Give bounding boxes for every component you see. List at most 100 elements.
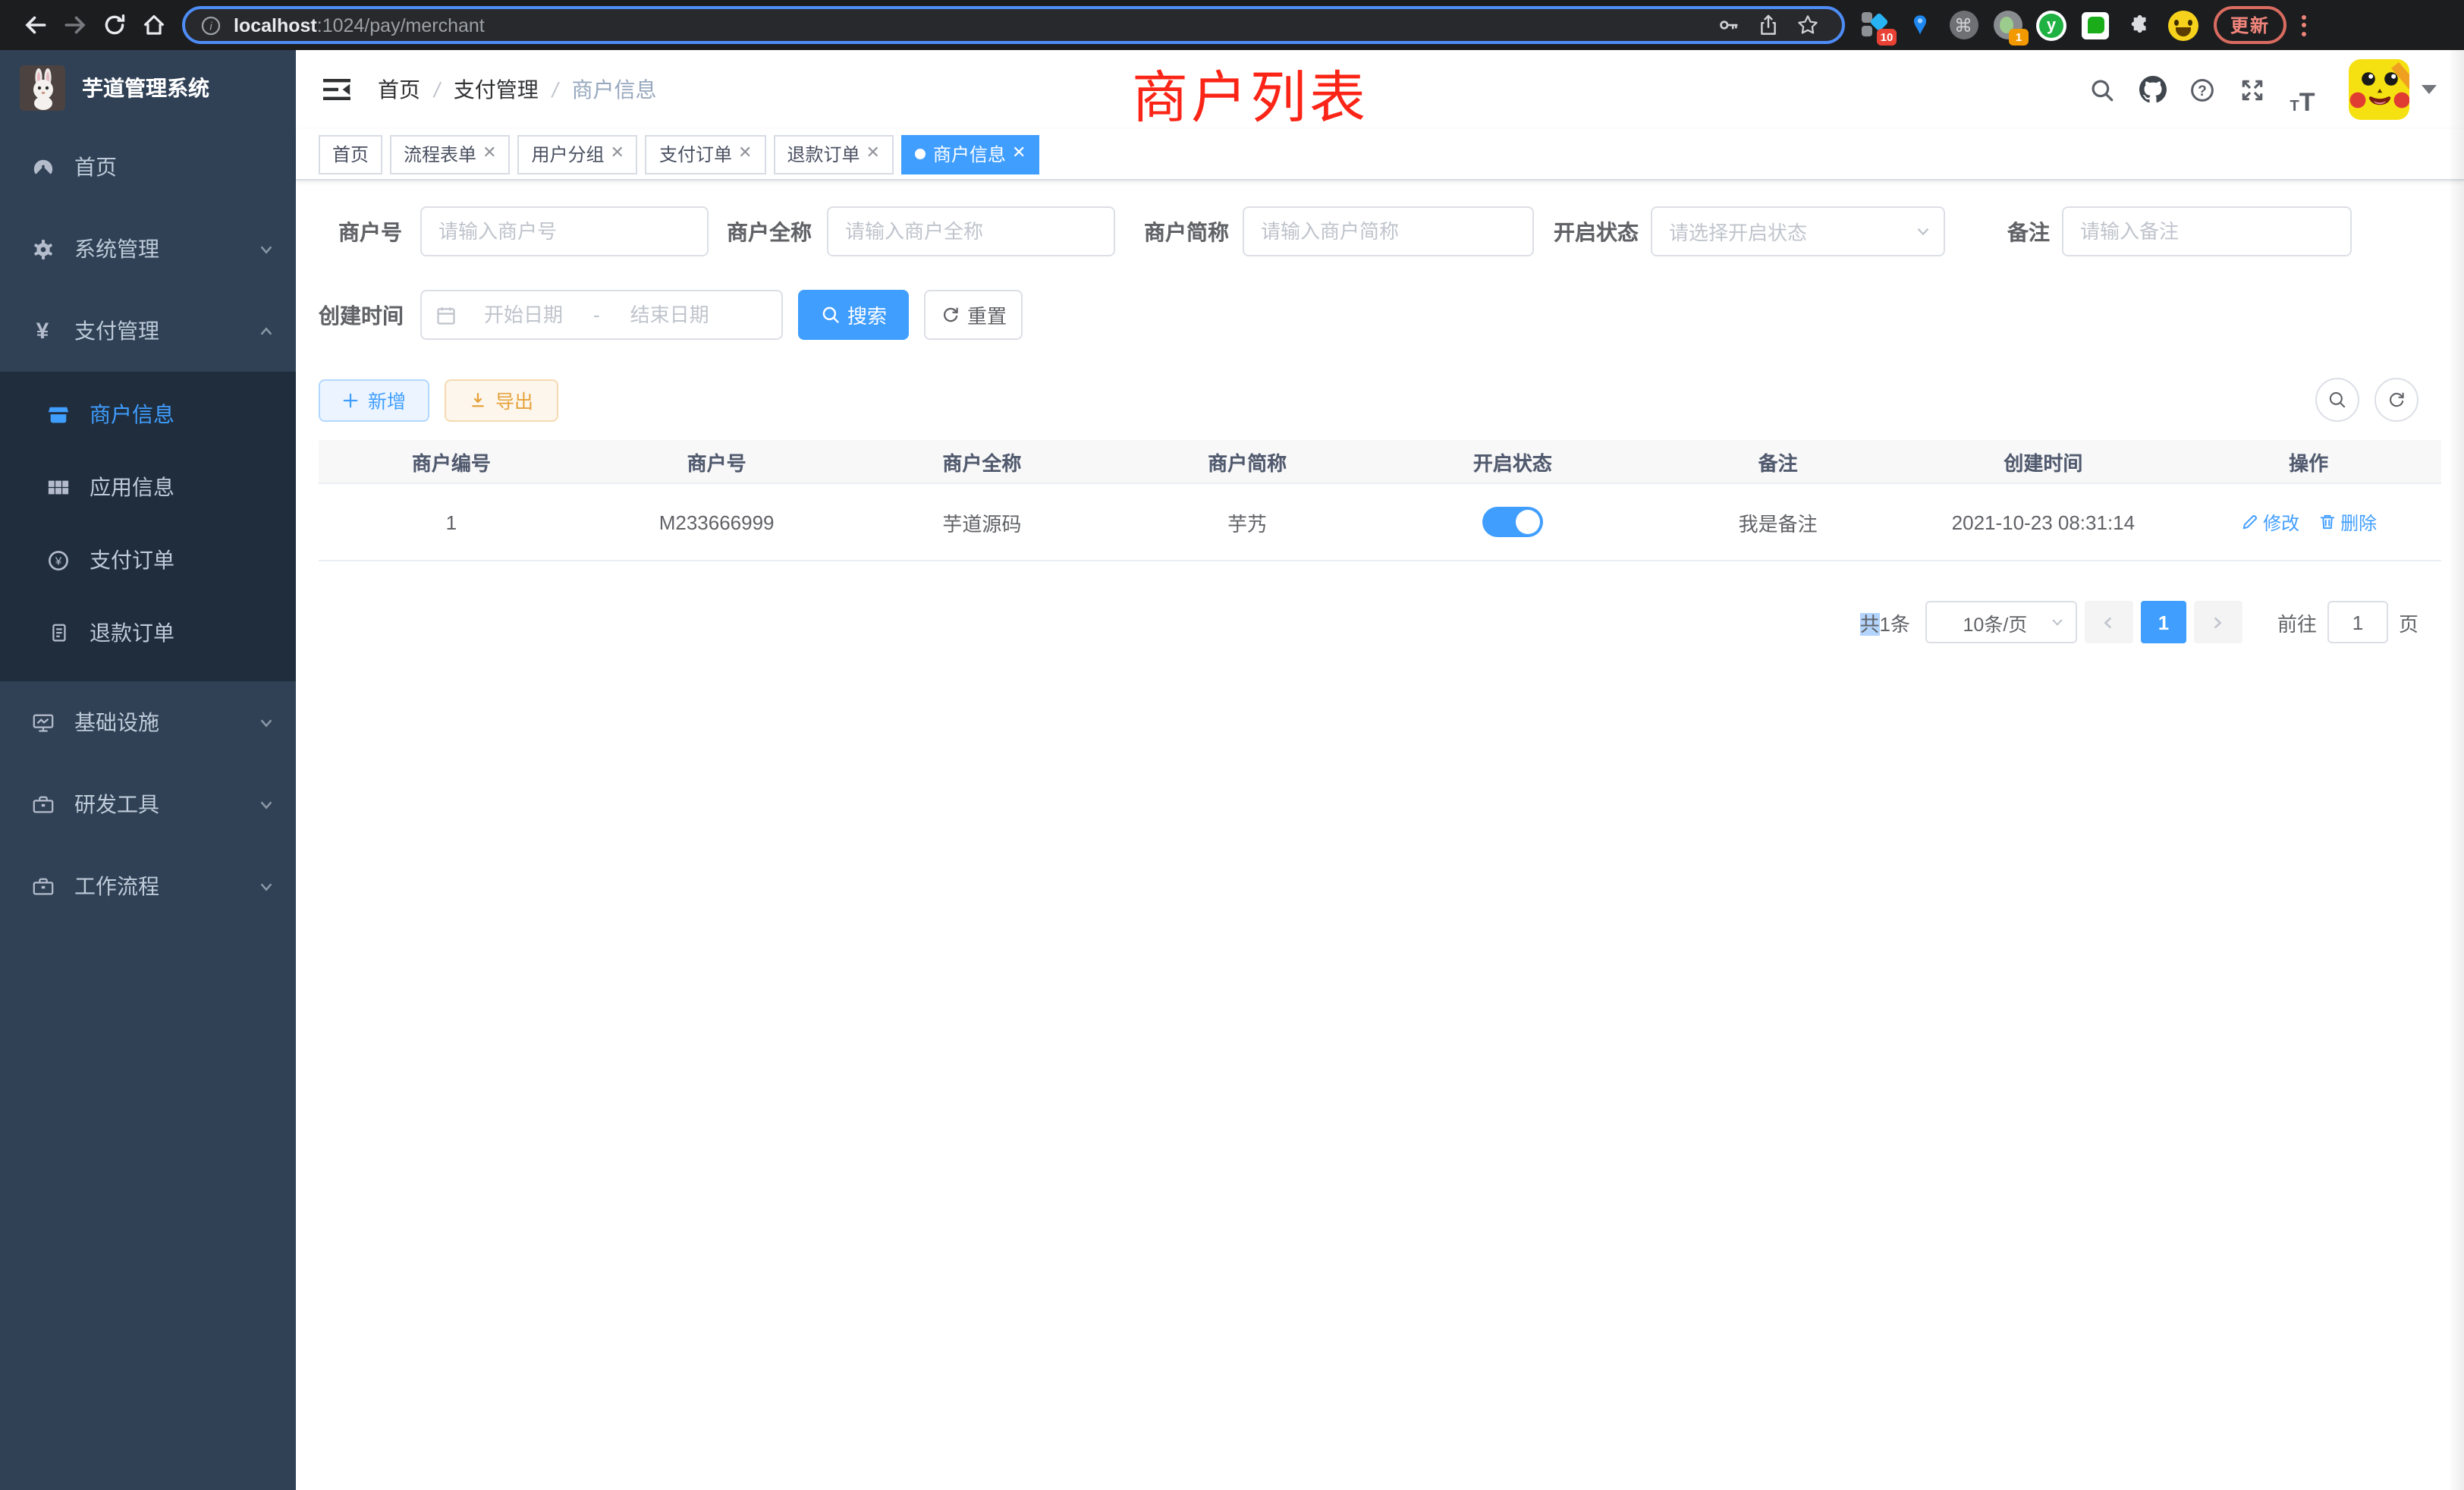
search-button[interactable]: 搜索	[798, 290, 909, 340]
status-toggle[interactable]	[1482, 507, 1543, 537]
extension-workona-icon[interactable]: 10	[1860, 10, 1890, 40]
close-icon[interactable]: ✕	[482, 146, 496, 162]
breadcrumb-current: 商户信息	[572, 74, 657, 105]
merchant-no-input[interactable]	[420, 206, 709, 256]
header-search-icon[interactable]	[2077, 64, 2127, 115]
toggle-search-button[interactable]	[2315, 378, 2359, 422]
next-page-button[interactable]	[2194, 601, 2242, 643]
browser-forward-icon[interactable]	[55, 5, 94, 45]
sidebar-item-home[interactable]: 首页	[0, 126, 296, 208]
share-icon[interactable]	[1748, 5, 1787, 45]
remark-label: 备注	[1994, 216, 2062, 247]
extension-pin-icon[interactable]	[1904, 10, 1934, 40]
user-avatar[interactable]	[2349, 59, 2409, 120]
add-button[interactable]: 新增	[319, 379, 429, 421]
app-logo[interactable]: 芋道管理系统	[0, 50, 296, 126]
dashboard-icon	[30, 156, 55, 178]
browser-update-button[interactable]: 更新	[2214, 6, 2286, 44]
browser-home-icon[interactable]	[134, 5, 173, 45]
trash-icon	[2318, 513, 2336, 531]
status-select[interactable]: 请选择开启状态	[1651, 206, 1945, 256]
sidebar-item-pay-order[interactable]: ¥ 支付订单	[0, 523, 296, 596]
breadcrumb-home[interactable]: 首页	[378, 74, 420, 105]
reset-button[interactable]: 重置	[924, 290, 1023, 340]
tab-merchant-info[interactable]: 商户信息✕	[901, 134, 1039, 174]
cell-id: 1	[319, 511, 584, 533]
create-time-range-picker[interactable]: -	[420, 290, 783, 340]
svg-text:?: ?	[2198, 83, 2207, 99]
browser-back-icon[interactable]	[15, 5, 55, 45]
extension-chat-icon[interactable]	[2080, 10, 2110, 40]
table-toolbar: 新增 导出	[319, 378, 2441, 422]
cell-create-time: 2021-10-23 08:31:14	[1911, 511, 2176, 533]
filter-row-1: 商户号 商户全称 商户简称 开启状态 请选择开启状态 备注	[319, 206, 2441, 256]
password-key-icon[interactable]	[1708, 5, 1748, 45]
chevron-up-icon	[258, 322, 275, 339]
page-number-1[interactable]: 1	[2141, 601, 2186, 643]
merchant-no-label: 商户号	[319, 216, 420, 247]
yen-icon: ¥	[30, 319, 55, 342]
pagination-goto: 前往 页	[2277, 601, 2418, 643]
browser-menu-icon[interactable]	[2293, 10, 2314, 40]
status-label: 开启状态	[1545, 216, 1651, 247]
pagination-total: 共1条	[1859, 608, 1910, 637]
extension-emoji-icon[interactable]	[2168, 10, 2198, 40]
help-icon[interactable]: ?	[2177, 64, 2227, 115]
breadcrumb: 首页 / 支付管理 / 商户信息	[378, 74, 657, 105]
export-button[interactable]: 导出	[445, 379, 558, 421]
close-icon[interactable]: ✕	[1012, 146, 1026, 162]
extensions-puzzle-icon[interactable]	[2124, 10, 2154, 40]
avatar-caret-icon[interactable]	[2422, 85, 2437, 94]
close-icon[interactable]: ✕	[738, 146, 752, 162]
browser-reload-icon[interactable]	[94, 5, 134, 45]
extension-y-icon[interactable]: y	[2036, 10, 2066, 40]
url-bar[interactable]: i localhost:1024/pay/merchant	[182, 6, 1845, 44]
full-name-input[interactable]	[827, 206, 1115, 256]
sidebar-fold-icon[interactable]	[323, 77, 354, 102]
prev-page-button[interactable]	[2085, 601, 2133, 643]
tab-process-form[interactable]: 流程表单✕	[390, 134, 510, 174]
sidebar-item-workflow[interactable]: 工作流程	[0, 845, 296, 927]
cell-operations: 修改 删除	[2176, 509, 2441, 535]
chevron-down-icon	[258, 878, 275, 894]
extension-command-icon[interactable]: ⌘	[1948, 10, 1978, 40]
monitor-icon	[30, 711, 55, 734]
goto-page-input[interactable]	[2327, 601, 2388, 643]
refresh-table-button[interactable]	[2374, 378, 2418, 422]
github-icon[interactable]	[2127, 64, 2177, 115]
font-size-icon[interactable]: TT	[2277, 64, 2327, 115]
close-icon[interactable]: ✕	[866, 146, 879, 162]
grid-icon	[46, 476, 70, 498]
bookmark-star-icon[interactable]	[1787, 5, 1827, 45]
sidebar-item-app-info[interactable]: 应用信息	[0, 451, 296, 523]
tab-user-group[interactable]: 用户分组✕	[518, 134, 638, 174]
edit-link[interactable]: 修改	[2240, 509, 2299, 535]
short-name-input[interactable]	[1243, 206, 1534, 256]
tab-refund-order[interactable]: 退款订单✕	[773, 134, 893, 174]
date-start-input[interactable]	[457, 302, 590, 328]
delete-link[interactable]: 删除	[2318, 509, 2377, 535]
remark-input[interactable]	[2062, 206, 2352, 256]
close-icon[interactable]: ✕	[611, 146, 624, 162]
breadcrumb-pay[interactable]: 支付管理	[454, 74, 539, 105]
scrollbar-gutter[interactable]	[2450, 50, 2464, 1490]
create-time-label: 创建时间	[319, 300, 420, 330]
tab-home[interactable]: 首页	[319, 134, 382, 174]
site-info-icon[interactable]: i	[200, 14, 222, 36]
sidebar-item-merchant-info[interactable]: 商户信息	[0, 378, 296, 451]
app-title: 芋道管理系统	[82, 73, 209, 103]
sidebar-item-infra[interactable]: 基础设施	[0, 681, 296, 763]
fullscreen-icon[interactable]	[2227, 64, 2277, 115]
page-size-select[interactable]: 10条/页	[1925, 601, 2077, 643]
pagination: 共1条 10条/页 1 前往 页	[319, 601, 2441, 643]
merchant-table: 商户编号 商户号 商户全称 商户简称 开启状态 备注 创建时间 操作 1 M23…	[319, 440, 2441, 561]
sidebar-item-pay[interactable]: ¥ 支付管理	[0, 290, 296, 372]
tab-pay-order[interactable]: 支付订单✕	[646, 134, 765, 174]
shop-icon	[46, 403, 70, 426]
sidebar-item-refund-order[interactable]: 退款订单	[0, 596, 296, 669]
sidebar-item-system[interactable]: 系统管理	[0, 208, 296, 290]
extension-profile-icon[interactable]: 1	[1992, 10, 2022, 40]
date-end-input[interactable]	[603, 302, 737, 328]
sidebar-item-devtools[interactable]: 研发工具	[0, 763, 296, 845]
refresh-icon	[940, 305, 960, 325]
